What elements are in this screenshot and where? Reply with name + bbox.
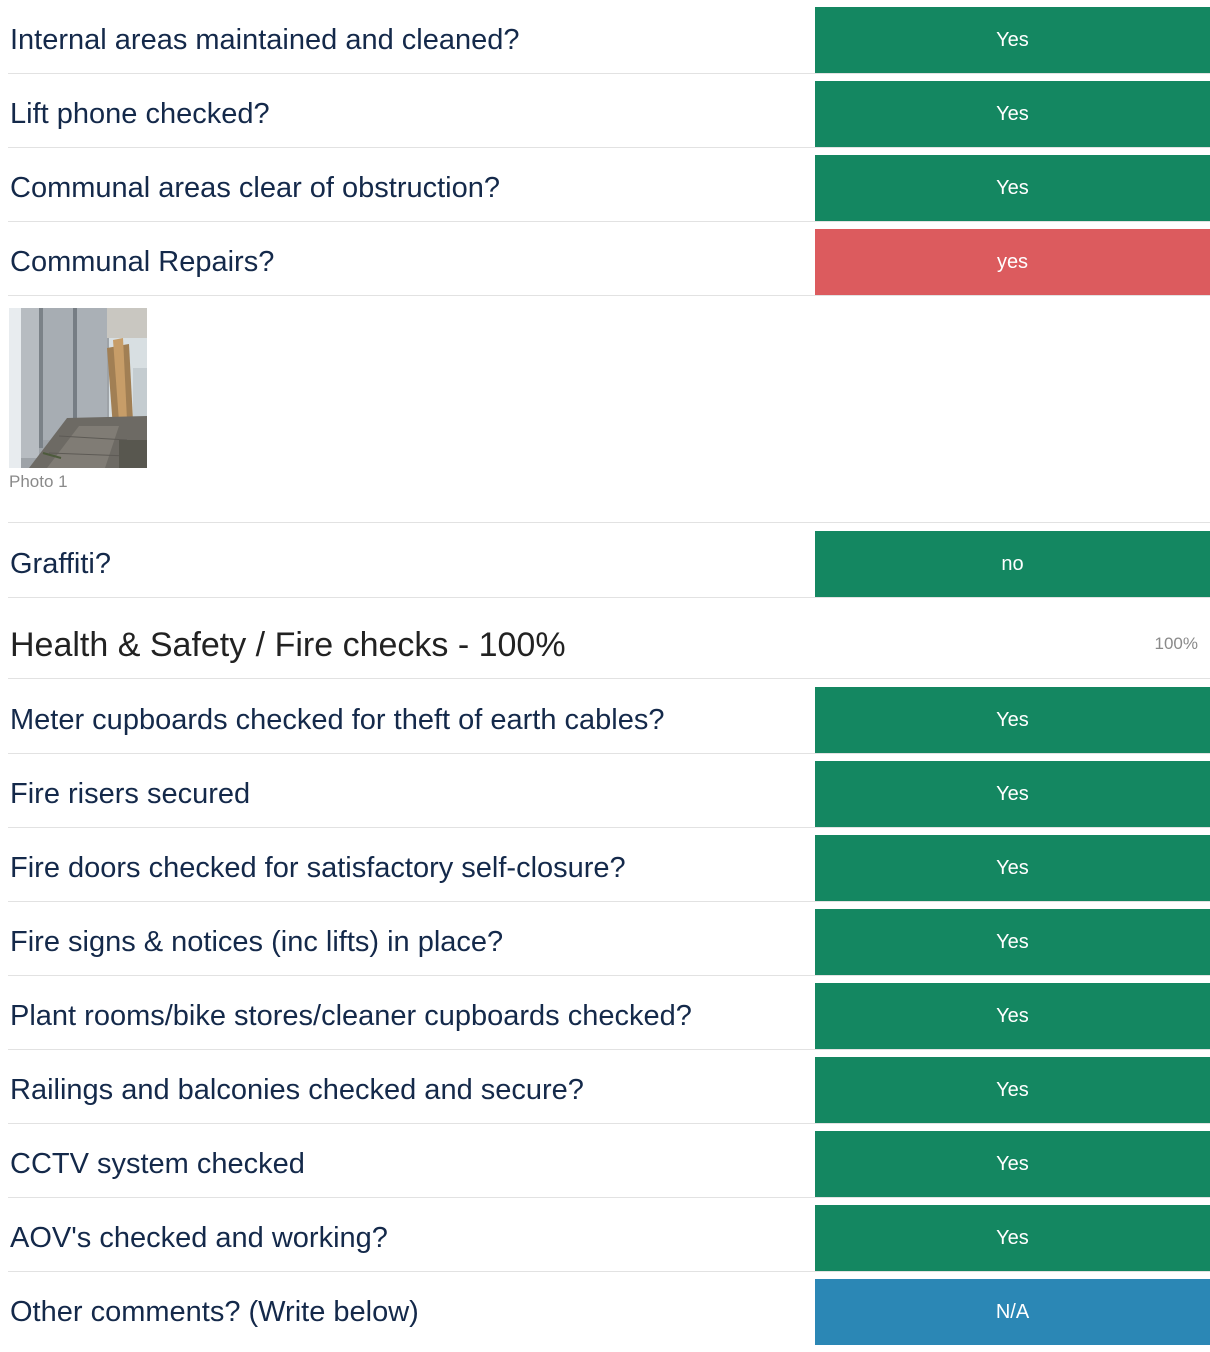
question-list-middle: Graffiti? no [8, 531, 1210, 598]
question-row: Graffiti? no [8, 531, 1210, 598]
answer-badge: yes [815, 229, 1210, 295]
repair-photo-image [9, 308, 147, 468]
question-row: AOV's checked and working? Yes [8, 1205, 1210, 1272]
question-row: Fire signs & notices (inc lifts) in plac… [8, 909, 1210, 976]
question-label: Communal Repairs? [10, 246, 275, 278]
question-label: Lift phone checked? [10, 98, 270, 130]
answer-badge: Yes [815, 1205, 1210, 1271]
question-row: Railings and balconies checked and secur… [8, 1057, 1210, 1124]
photo-thumbnail[interactable] [9, 308, 147, 468]
question-label: Internal areas maintained and cleaned? [10, 24, 520, 56]
question-row: Communal Repairs? yes [8, 229, 1210, 296]
photo-caption: Photo 1 [9, 472, 68, 491]
question-list-top: Internal areas maintained and cleaned? Y… [8, 7, 1210, 296]
question-list-section: Meter cupboards checked for theft of ear… [8, 687, 1210, 1345]
answer-badge: N/A [815, 1279, 1210, 1345]
question-label: Other comments? (Write below) [10, 1296, 419, 1328]
question-row: Fire risers secured Yes [8, 761, 1210, 828]
answer-badge: Yes [815, 1131, 1210, 1197]
question-label: Meter cupboards checked for theft of ear… [10, 704, 665, 736]
question-label: AOV's checked and working? [10, 1222, 388, 1254]
answer-badge: Yes [815, 983, 1210, 1049]
answer-badge: Yes [815, 835, 1210, 901]
answer-badge: Yes [815, 909, 1210, 975]
photo-attachment: Photo 1 [8, 296, 1210, 523]
question-label: CCTV system checked [10, 1148, 305, 1180]
question-row: Communal areas clear of obstruction? Yes [8, 155, 1210, 222]
question-row: CCTV system checked Yes [8, 1131, 1210, 1198]
inspection-report: Internal areas maintained and cleaned? Y… [8, 7, 1210, 1352]
question-label: Railings and balconies checked and secur… [10, 1074, 584, 1106]
answer-badge: Yes [815, 155, 1210, 221]
answer-badge: Yes [815, 761, 1210, 827]
question-label: Fire signs & notices (inc lifts) in plac… [10, 926, 504, 958]
question-label: Fire risers secured [10, 778, 251, 810]
question-row: Fire doors checked for satisfactory self… [8, 835, 1210, 902]
question-row: Lift phone checked? Yes [8, 81, 1210, 148]
answer-badge: Yes [815, 81, 1210, 147]
answer-badge: Yes [815, 687, 1210, 753]
question-row: Meter cupboards checked for theft of ear… [8, 687, 1210, 754]
section-header: Health & Safety / Fire checks - 100% 100… [8, 598, 1210, 679]
answer-badge: no [815, 531, 1210, 597]
question-label: Graffiti? [10, 548, 112, 580]
question-label: Plant rooms/bike stores/cleaner cupboard… [10, 1000, 692, 1032]
question-row: Internal areas maintained and cleaned? Y… [8, 7, 1210, 74]
section-title: Health & Safety / Fire checks - 100% [10, 626, 566, 664]
question-row: Plant rooms/bike stores/cleaner cupboard… [8, 983, 1210, 1050]
question-row: Other comments? (Write below) N/A [8, 1279, 1210, 1345]
question-label: Fire doors checked for satisfactory self… [10, 852, 626, 884]
answer-badge: Yes [815, 7, 1210, 73]
section-score: 100% [1154, 634, 1198, 653]
answer-badge: Yes [815, 1057, 1210, 1123]
question-label: Communal areas clear of obstruction? [10, 172, 501, 204]
